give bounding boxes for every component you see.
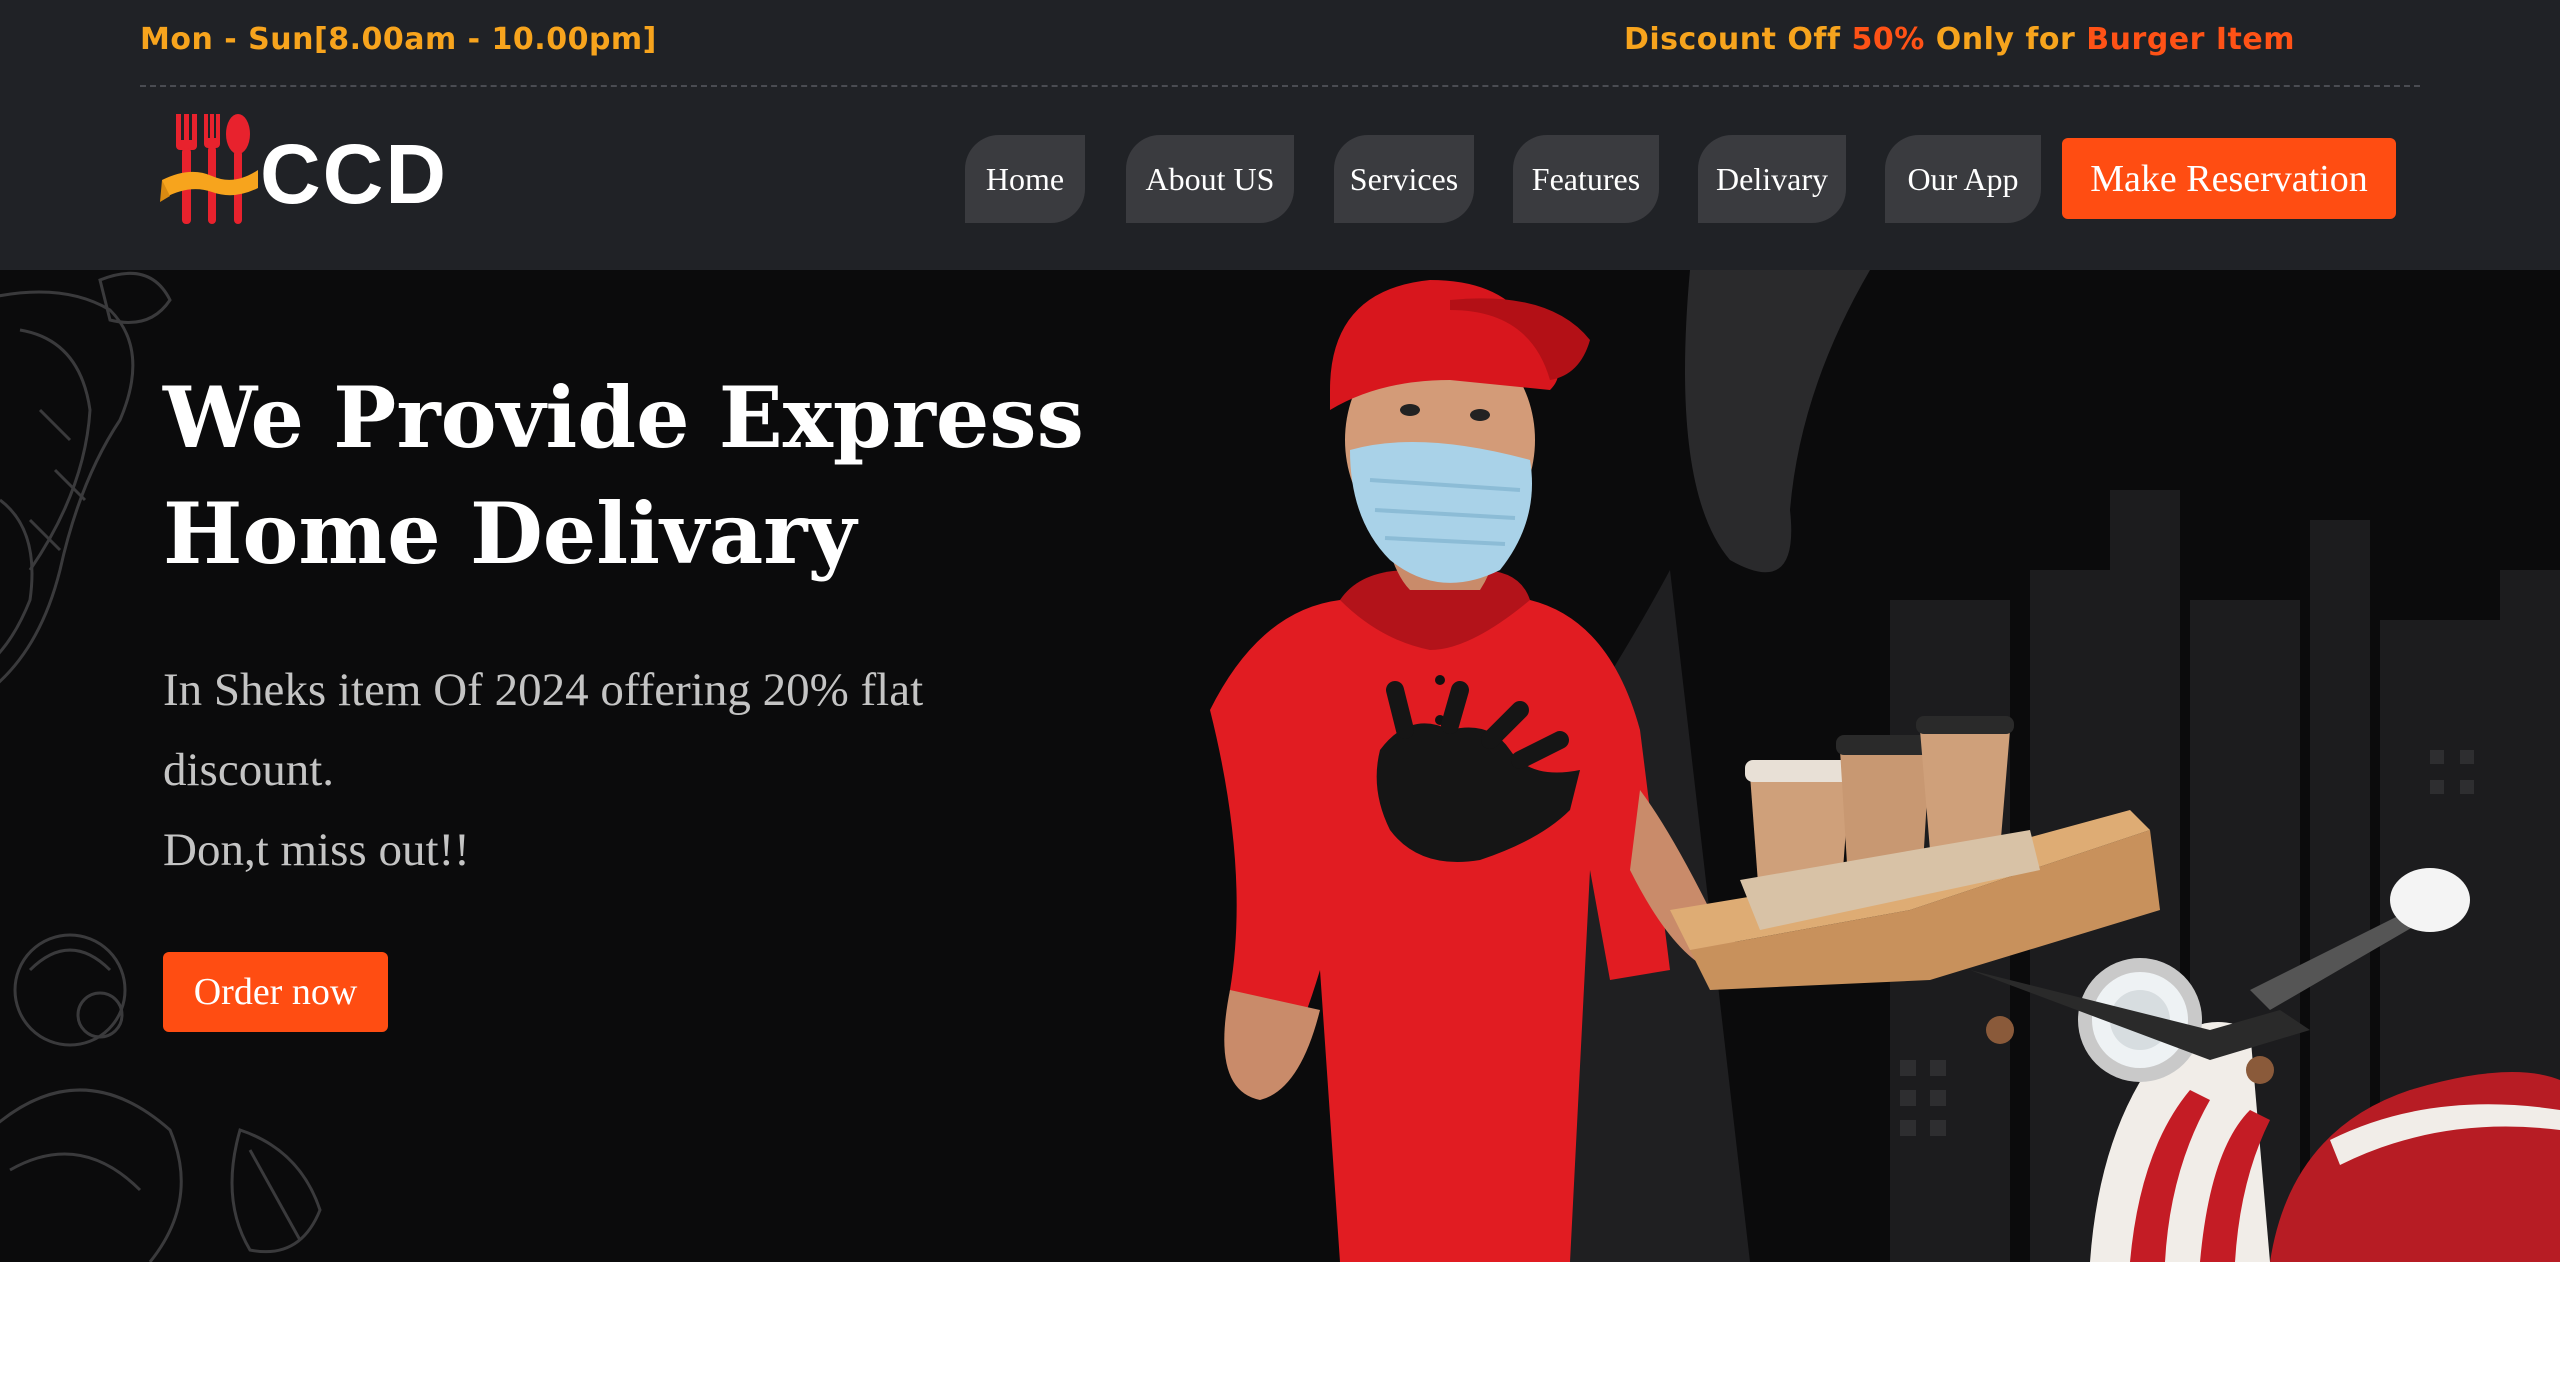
nav-features[interactable]: Features [1513,135,1659,223]
hero-title-line-1: We Provide Express [163,368,1084,467]
site-logo[interactable]: CCD [160,110,460,230]
order-now-button[interactable]: Order now [163,952,388,1032]
promo-prefix: Discount Off [1623,22,1852,57]
nav-our-app[interactable]: Our App [1885,135,2041,223]
top-header: Mon - Sun[8.00am - 10.00pm] Discount Off… [0,0,2560,270]
header-divider [140,85,2420,87]
nav-delivary[interactable]: Delivary [1698,135,1846,223]
promo-text: Discount Off 50% Only for Burger Item [1624,22,2295,57]
hero-banner: We Provide Express Home Delivary In Shek… [0,270,2560,1262]
hero-title: We Provide Express Home Delivary [163,360,1163,592]
nav-about-us[interactable]: About US [1126,135,1294,223]
nav-services[interactable]: Services [1334,135,1474,223]
hero-sub-line-2: discount. [163,744,335,796]
nav-home[interactable]: Home [965,135,1085,223]
promo-middle: Only for [1924,22,2087,57]
promo-percent: 50% [1851,22,1925,57]
make-reservation-button[interactable]: Make Reservation [2062,138,2396,219]
delivery-man-image [1210,270,2560,1262]
hero-sub-line-3: Don,t miss out!! [163,824,470,876]
hero-title-line-2: Home Delivary [163,484,857,583]
logo-text: CCD [260,127,448,221]
hero-subtitle: In Sheks item Of 2024 offering 20% flat … [163,650,1063,890]
info-strip: Mon - Sun[8.00am - 10.00pm] Discount Off… [140,22,2420,64]
hero-sub-line-1: In Sheks item Of 2024 offering 20% flat [163,664,924,716]
fork-spoon-logo-icon [160,114,258,224]
opening-hours: Mon - Sun[8.00am - 10.00pm] [140,22,657,57]
promo-item: Burger Item [2086,22,2295,57]
